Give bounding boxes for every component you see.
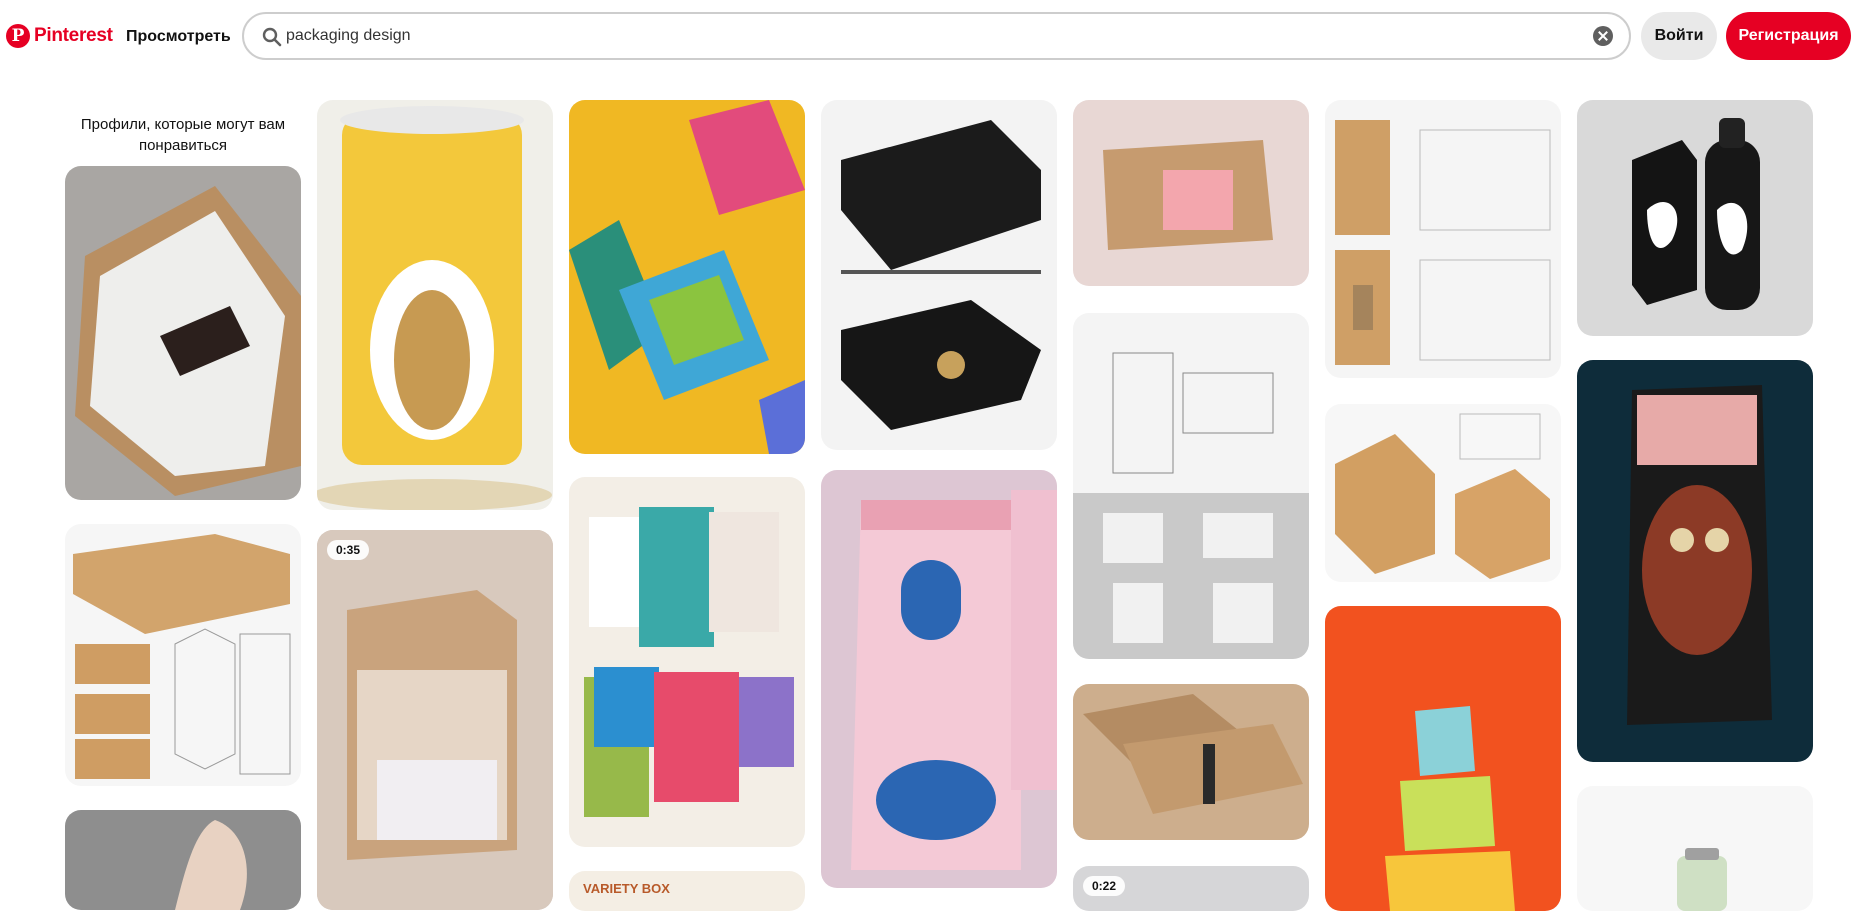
pin-image <box>75 186 301 496</box>
pin-image <box>1632 118 1760 310</box>
pin-beehive-jar[interactable] <box>317 100 553 510</box>
search-bar[interactable] <box>242 12 1631 60</box>
pin-bold-brew-coffee[interactable] <box>821 470 1057 888</box>
pin-ribbon-less-drawer-box[interactable] <box>1073 313 1309 659</box>
clear-icon[interactable] <box>1593 26 1613 46</box>
pin-image <box>851 490 1057 870</box>
pin-image <box>841 120 1041 430</box>
top-navigation: Pinterest Просмотреть Войти Регистрация <box>0 0 1857 76</box>
pin-milk-bottles[interactable] <box>1577 100 1813 336</box>
pin-image <box>73 534 291 779</box>
pin-jar[interactable] <box>1577 786 1813 911</box>
pin-label: VARIETY BOX <box>583 881 670 896</box>
pin-kraft-happy-box[interactable] <box>1073 100 1309 286</box>
pin-hand-box[interactable] <box>65 810 301 910</box>
search-input[interactable] <box>286 22 1546 50</box>
pin-black-drawer-box[interactable] <box>821 100 1057 450</box>
pin-variety-box[interactable]: VARIETY BOX <box>569 871 805 911</box>
pinterest-logo[interactable]: Pinterest <box>6 24 113 48</box>
pin-image <box>1335 120 1551 365</box>
pin-image <box>1335 413 1550 579</box>
pin-hexagon-box-dieline[interactable] <box>65 524 301 786</box>
pin-drink-stack[interactable] <box>1325 606 1561 911</box>
pin-image <box>1103 140 1273 250</box>
logo-text: Pinterest <box>34 25 113 46</box>
signup-button[interactable]: Регистрация <box>1726 12 1851 60</box>
pin-eco-friendly-box[interactable]: 0:35 <box>317 530 553 910</box>
pin-folding-box[interactable] <box>1325 404 1561 582</box>
pin-image <box>1385 706 1515 911</box>
pin-image <box>175 820 247 910</box>
pin-image <box>1677 848 1727 911</box>
pin-mojo-boxes[interactable] <box>1073 684 1309 840</box>
pin-tissue-box[interactable] <box>65 166 301 500</box>
pin-sumatra-coffee[interactable] <box>1577 360 1813 762</box>
pin-video-bottom[interactable]: 0:22 <box>1073 866 1309 911</box>
pin-image <box>584 507 794 817</box>
login-button[interactable]: Войти <box>1641 12 1717 60</box>
pin-image <box>1627 385 1772 725</box>
video-duration-badge: 0:22 <box>1083 876 1126 896</box>
pin-image <box>317 106 552 510</box>
pinterest-logo-icon <box>6 24 30 48</box>
explore-link[interactable]: Просмотреть <box>126 28 231 46</box>
video-duration-badge: 0:35 <box>327 540 370 560</box>
pin-tea-boxes[interactable] <box>569 477 805 847</box>
pin-colorful-boxes[interactable] <box>569 100 805 454</box>
pin-image <box>569 100 805 454</box>
pin-image <box>1073 352 1309 659</box>
pin-gable-box-dieline[interactable] <box>1325 100 1561 378</box>
pin-image <box>1083 694 1303 814</box>
profiles-title: Профили, которые могут вам понравиться <box>80 116 286 154</box>
search-icon <box>262 27 282 47</box>
pin-image <box>317 530 553 910</box>
